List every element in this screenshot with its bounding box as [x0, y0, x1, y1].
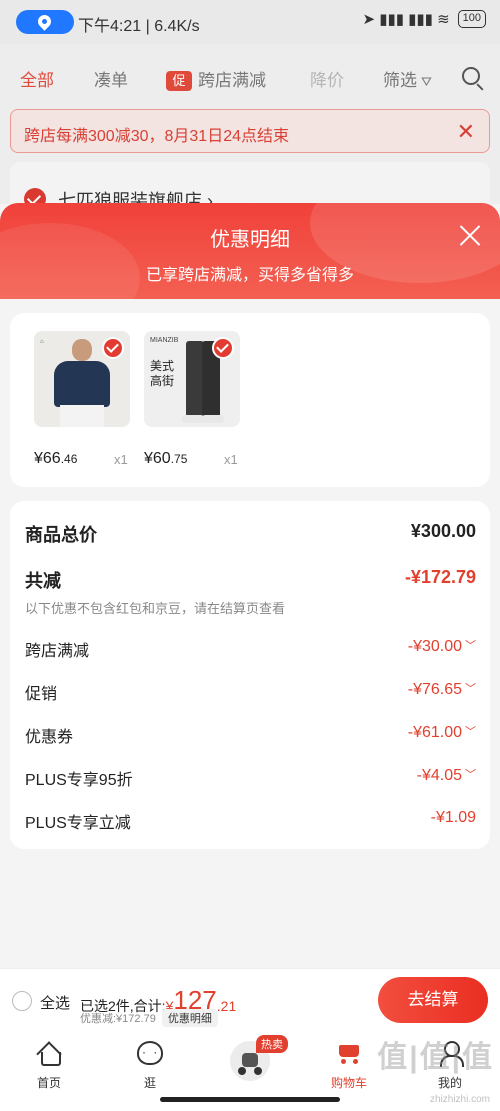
- discount-line[interactable]: 优惠券 -¥61.00 ﹀: [25, 723, 476, 749]
- cart-background: 全部 凑单 促跨店满减 降价 筛选 ⛛ 跨店每满300减30，8月31日24点结束…: [0, 44, 500, 222]
- product-price: ¥60.75: [144, 450, 188, 467]
- product-qty: x1: [224, 452, 238, 467]
- home-indicator[interactable]: [160, 1097, 340, 1102]
- search-icon[interactable]: [462, 67, 480, 85]
- signal-icon: ➤ ▮▮▮ ▮▮▮ ≋: [362, 11, 450, 28]
- total-reduce-row: 共减 -¥172.79: [25, 567, 476, 593]
- hot-badge: 热卖: [256, 1035, 288, 1053]
- discount-detail-toggle[interactable]: 优惠明细: [161, 1009, 218, 1027]
- discount-summary: 优惠减:¥172.79 优惠明细: [80, 1009, 218, 1027]
- product-image[interactable]: ⌂: [34, 331, 130, 427]
- promo-notice: 跨店每满300减30，8月31日24点结束 ✕: [10, 109, 490, 153]
- select-all-label[interactable]: 全选: [40, 992, 70, 1013]
- tab-cart[interactable]: 购物车: [314, 1039, 384, 1091]
- brand-logo: ⌂: [40, 339, 44, 345]
- product-price: ¥66.46: [34, 450, 78, 467]
- select-all-checkbox[interactable]: [12, 991, 32, 1011]
- status-bar: 下午4:21 | 6.4K/s ➤ ▮▮▮ ▮▮▮ ≋ 100: [0, 0, 500, 44]
- face-icon: [137, 1041, 163, 1065]
- home-icon: [37, 1043, 61, 1066]
- discount-sheet: 优惠明细 已享跨店满减，买得多省得多 ⌂ MIANZIB 美式 高街 ¥66.4…: [0, 203, 500, 968]
- sheet-subtitle: 已享跨店满减，买得多省得多: [145, 267, 354, 284]
- total-price-label: 商品总价: [25, 525, 97, 545]
- location-icon: [16, 10, 74, 34]
- close-icon[interactable]: [458, 223, 482, 247]
- selected-items-card: ⌂ MIANZIB 美式 高街 ¥66.46 x1 ¥60.75 x1: [10, 313, 490, 487]
- tab-all[interactable]: 全部: [20, 66, 54, 91]
- total-reduce-value: -¥172.79: [404, 567, 476, 587]
- discount-line[interactable]: 促销 -¥76.65 ﹀: [25, 680, 476, 706]
- checkout-bar: 全选 已选2件,合计:¥127.21 优惠减:¥172.79 优惠明细 去结算: [0, 968, 500, 1031]
- filter-icon: ⛛: [421, 74, 432, 89]
- discount-line[interactable]: 跨店满减 -¥30.00 ﹀: [25, 637, 476, 663]
- promo-icon: 促: [166, 71, 192, 91]
- tab-filter[interactable]: 筛选 ⛛: [383, 66, 432, 91]
- tab-home[interactable]: 首页: [14, 1039, 84, 1091]
- discount-line[interactable]: PLUS专享95折 -¥4.05 ﹀: [25, 766, 476, 792]
- watermark-url: zhizhizhi.com: [429, 1094, 490, 1105]
- status-icons: ➤ ▮▮▮ ▮▮▮ ≋ 100: [362, 10, 486, 28]
- product-image[interactable]: MIANZIB 美式 高街: [144, 331, 240, 427]
- battery-icon: 100: [457, 10, 486, 28]
- tab-price-drop[interactable]: 降价: [310, 66, 344, 91]
- product-checkbox[interactable]: [212, 337, 234, 359]
- total-price-value: ¥300.00: [410, 521, 476, 541]
- product-qty: x1: [114, 452, 128, 467]
- chevron-down-icon: ﹀: [465, 683, 476, 695]
- close-icon[interactable]: ✕: [457, 119, 475, 145]
- watermark: 值|值|值: [377, 1041, 494, 1074]
- product-brand-label: MIANZIB: [150, 337, 179, 344]
- chevron-down-icon: ﹀: [465, 726, 476, 738]
- product-image-text: 美式 高街: [150, 359, 175, 388]
- sheet-header: 优惠明细 已享跨店满减，买得多省得多: [0, 203, 500, 299]
- tab-cross-store[interactable]: 促跨店满减: [166, 66, 266, 91]
- discount-note: 以下优惠不包含红包和京豆，请在结算页查看: [25, 601, 286, 616]
- sheet-title: 优惠明细: [210, 229, 290, 251]
- chevron-down-icon: ﹀: [465, 769, 476, 781]
- chevron-down-icon: ﹀: [465, 640, 476, 652]
- checkout-button[interactable]: 去结算: [378, 977, 488, 1023]
- discount-detail-card: 商品总价 ¥300.00 共减 -¥172.79 以下优惠不包含红包和京豆，请在…: [10, 501, 490, 849]
- tab-combine[interactable]: 凑单: [94, 66, 128, 91]
- product-checkbox[interactable]: [102, 337, 124, 359]
- cart-icon: [335, 1041, 363, 1065]
- status-time: 下午4:21 | 6.4K/s: [78, 18, 200, 35]
- notice-text: 跨店每满300减30，8月31日24点结束: [24, 128, 289, 145]
- total-price-row: 商品总价 ¥300.00: [25, 521, 476, 547]
- total-reduce-label: 共减: [25, 571, 61, 591]
- cart-tabs: 全部 凑单 促跨店满减 降价 筛选 ⛛: [0, 44, 500, 106]
- tab-browse[interactable]: 逛: [115, 1039, 185, 1091]
- discount-line: PLUS专享立减 -¥1.09: [25, 809, 476, 832]
